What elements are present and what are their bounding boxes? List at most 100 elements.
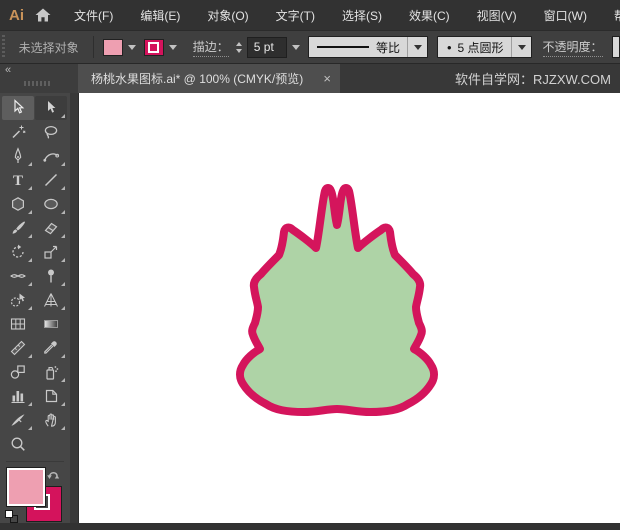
curvature-tool[interactable]	[35, 144, 67, 168]
fill-chevron-down-icon[interactable]	[128, 44, 137, 50]
dock-grip[interactable]	[24, 81, 52, 86]
starfruit-flame-shape[interactable]	[236, 184, 438, 416]
pen-icon	[14, 147, 22, 163]
mesh-icon	[10, 318, 26, 330]
brush-definition-select[interactable]: • 5 点圆形	[436, 36, 532, 58]
stroke-weight-stepper[interactable]	[235, 41, 242, 53]
menu-help[interactable]: 帮助(H)	[614, 7, 620, 24]
tab-row: « 杨桃水果图标.ai* @ 100% (CMYK/预览) × 软件自学网：RJ…	[0, 64, 620, 93]
blend-tool[interactable]	[2, 360, 34, 384]
magic-wand-tool[interactable]	[2, 120, 34, 144]
direct-selection-arrow-icon	[48, 101, 56, 113]
selection-tool[interactable]	[2, 96, 34, 120]
document-tab-title: 杨桃水果图标.ai* @ 100% (CMYK/预览)	[91, 72, 304, 86]
ellipse-icon	[44, 198, 58, 210]
stroke-profile-select[interactable]: 等比	[307, 36, 428, 58]
stroke-weight-input[interactable]: 5 pt	[246, 36, 287, 58]
stepper-down-icon	[235, 48, 242, 53]
toolbar-empty-slot	[35, 432, 67, 456]
control-divider	[92, 36, 94, 58]
panel-grip[interactable]	[2, 35, 8, 59]
brush-bullet-icon: •	[446, 39, 452, 55]
stroke-color-swatch[interactable]	[144, 38, 164, 56]
hand-icon	[45, 413, 56, 427]
stroke-weight-chevron-icon[interactable]	[291, 44, 300, 50]
tools-panel: T	[0, 93, 70, 523]
measure-tool[interactable]	[2, 336, 34, 360]
menu-edit[interactable]: 编辑(E)	[140, 7, 180, 24]
hand-tool[interactable]	[35, 408, 67, 432]
width-tool-icon	[10, 274, 26, 278]
swap-fill-stroke-button[interactable]	[46, 467, 62, 486]
shape-builder-tool[interactable]	[2, 288, 34, 312]
tab-bar-background: 软件自学网：RJZXW.COM	[340, 64, 620, 93]
menu-window[interactable]: 窗口(W)	[544, 7, 587, 24]
artboard-tool[interactable]	[35, 384, 67, 408]
width-tool[interactable]	[2, 264, 34, 288]
paintbrush-tool[interactable]	[2, 216, 34, 240]
stepper-up-icon	[235, 41, 242, 46]
opacity-panel-link[interactable]: 不透明度：	[542, 38, 603, 57]
menu-view[interactable]: 视图(V)	[477, 7, 517, 24]
type-icon: T	[13, 173, 23, 189]
type-tool[interactable]: T	[2, 168, 34, 192]
slice-tool[interactable]	[2, 408, 34, 432]
fill-color-swatch[interactable]	[103, 38, 124, 56]
document-tab[interactable]: 杨桃水果图标.ai* @ 100% (CMYK/预览) ×	[78, 64, 340, 93]
lasso-tool[interactable]	[35, 120, 67, 144]
line-segment-tool[interactable]	[35, 168, 67, 192]
polygon-tool[interactable]	[2, 192, 34, 216]
opacity-input-partial[interactable]	[611, 36, 620, 58]
menu-items: 文件(F) 编辑(E) 对象(O) 文字(T) 选择(S) 效果(C) 视图(V…	[74, 7, 620, 24]
eyedropper-icon	[44, 341, 57, 354]
menu-type[interactable]: 文字(T)	[276, 7, 315, 24]
artwork-layer	[236, 184, 438, 416]
curvature-icon	[43, 153, 60, 162]
selection-arrow-icon	[14, 99, 25, 114]
canvas-artboard[interactable]	[78, 93, 620, 523]
mesh-tool[interactable]	[2, 312, 34, 336]
svg-text:T: T	[13, 173, 23, 189]
scale-icon	[44, 245, 58, 259]
fill-proxy-swatch[interactable]	[6, 467, 46, 507]
eyedropper-tool[interactable]	[35, 336, 67, 360]
profile-chevron-down-icon	[413, 44, 422, 50]
stroke-profile-label: 等比	[375, 40, 400, 55]
menu-file[interactable]: 文件(F)	[74, 7, 113, 24]
symbol-sprayer-tool[interactable]	[35, 360, 67, 384]
menu-effect[interactable]: 效果(C)	[409, 7, 450, 24]
field-divider	[510, 37, 512, 57]
magnifier-icon	[11, 437, 25, 451]
stroke-panel-link[interactable]: 描边：	[192, 38, 229, 57]
perspective-grid-tool[interactable]	[35, 288, 67, 312]
tab-close-icon[interactable]: ×	[323, 72, 331, 85]
menu-select[interactable]: 选择(S)	[342, 7, 382, 24]
direct-selection-tool[interactable]	[35, 96, 67, 120]
main-area: T	[0, 93, 620, 523]
pen-tool[interactable]	[2, 144, 34, 168]
stroke-chevron-down-icon[interactable]	[168, 44, 177, 50]
menu-object[interactable]: 对象(O)	[207, 7, 248, 24]
swap-arrows-icon	[47, 472, 60, 479]
selection-status: 未选择对象	[18, 40, 79, 55]
rotate-icon	[12, 244, 24, 258]
stroke-ring-icon	[148, 41, 160, 53]
menu-bar: Ai 文件(F) 编辑(E) 对象(O) 文字(T) 选择(S) 效果(C) 视…	[0, 0, 620, 30]
gradient-icon	[44, 320, 58, 328]
app-logo: Ai	[9, 6, 24, 24]
gradient-tool[interactable]	[35, 312, 67, 336]
rotate-tool[interactable]	[2, 240, 34, 264]
ellipse-tool[interactable]	[35, 192, 67, 216]
collapse-panel-button[interactable]: «	[5, 64, 11, 76]
default-fill-mini-icon	[5, 510, 13, 518]
eraser-tool[interactable]	[35, 216, 67, 240]
zoom-tool[interactable]	[2, 432, 34, 456]
column-graph-tool[interactable]	[2, 384, 34, 408]
home-button[interactable]	[34, 4, 52, 26]
scale-tool[interactable]	[35, 240, 67, 264]
watermark-text: 软件自学网：RJZXW.COM	[455, 72, 611, 87]
home-icon	[35, 8, 51, 22]
field-divider	[406, 37, 408, 57]
puppet-warp-tool[interactable]	[35, 264, 67, 288]
perspective-grid-icon	[44, 293, 58, 307]
